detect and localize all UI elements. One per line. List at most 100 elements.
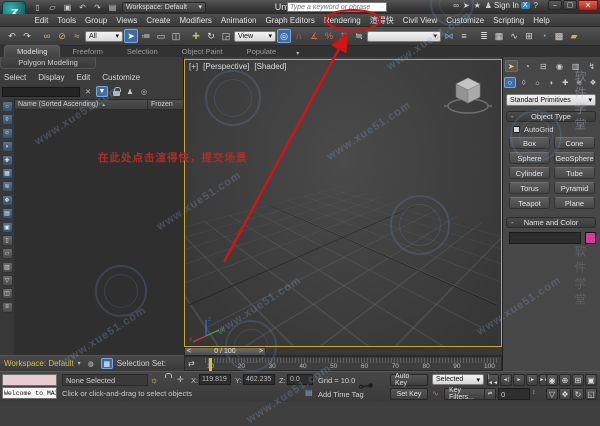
maximize-viewport-icon[interactable]: ◱ [585,388,597,400]
explorer-menu-edit[interactable]: Edit [76,73,90,82]
workspace-gear-icon[interactable]: ◍ [85,358,97,369]
ribbon-toggle-icon[interactable]: ▦ [492,29,506,43]
zoom-extents-icon[interactable]: ▣ [585,374,597,386]
reference-coordinate-system-dropdown[interactable]: View▾ [234,31,276,42]
current-frame-field[interactable] [498,388,530,400]
cone-button[interactable]: Cone [554,137,595,149]
search-input[interactable] [287,2,387,12]
layer-explorer-icon[interactable]: ≣ [477,29,491,43]
maximize-button[interactable]: ▢ [563,0,577,10]
set-key-button[interactable]: Set Key [390,388,428,400]
explorer-menu-customize[interactable]: Customize [102,73,140,82]
pyramid-button[interactable]: Pyramid [554,182,595,194]
menu-graph-editors[interactable]: Graph Editors [261,15,319,26]
pick-object-icon[interactable]: ♟ [124,86,136,97]
maxscript-mini-listener-macro[interactable] [2,374,57,386]
geometry-category-icon[interactable]: ○ [504,77,516,88]
menu-edit[interactable]: Edit [30,15,53,26]
bind-to-space-warp-icon[interactable]: ≈ [70,29,84,43]
display-groups-icon[interactable]: ▣ [2,222,13,233]
object-color-swatch[interactable] [585,232,596,244]
display-shapes-icon[interactable]: ◊ [2,114,13,125]
viewport-shading-menu[interactable]: [Shaded] [254,62,286,71]
undo-icon[interactable]: ↶ [5,29,19,43]
pan-hand-icon[interactable]: ✥ [559,388,571,400]
menu-xuandekuai-plugin[interactable]: 渲得快 [365,14,398,27]
user-icon[interactable]: ♟ [485,1,492,10]
autogrid-checkbox[interactable] [513,126,520,133]
open-file-icon[interactable]: ▱ [46,2,59,13]
tab-freeform[interactable]: Freeform [60,46,114,57]
animate-selection-dropdown[interactable]: Selected▾ [432,374,484,385]
primitive-category-dropdown[interactable]: Standard Primitives▾ [506,94,596,106]
ribbon-minimize-icon[interactable]: ▾ [296,50,299,57]
perspective-viewport[interactable]: [+] [Perspective] [Shaded] x y z [184,59,502,347]
spinner-snap-toggle-icon[interactable]: ⇅ [337,29,351,43]
display-filter-icon[interactable]: ▼ [96,86,108,97]
plane-button[interactable]: Plane [554,197,595,209]
orbit-icon[interactable]: ↻ [572,388,584,400]
workspace-layout-icon[interactable]: ▦ [101,358,113,369]
cameras-category-icon[interactable]: ◗ [545,77,557,88]
minimize-button[interactable]: – [548,0,562,10]
previous-frame-icon[interactable]: ◄| [500,374,512,386]
track-bar[interactable]: ⇄ 1020 3040 5060 7080 90100 [184,356,502,371]
motion-tab-icon[interactable]: ◉ [553,60,566,72]
menu-civil-view[interactable]: Civil View [398,15,442,26]
select-by-name-icon[interactable]: ≔ [139,29,153,43]
menu-tools[interactable]: Tools [53,15,81,26]
workspace-selector[interactable]: Workspace: Default▾ [122,2,206,13]
name-and-color-rollout[interactable]: - Name and Color [506,217,596,228]
adaptive-degradation-bulb-icon[interactable]: ☼ [150,375,158,385]
display-lights-icon[interactable]: ☼ [2,128,13,139]
unlink-selection-icon[interactable]: ⊘ [55,29,69,43]
redo-icon[interactable]: ↷ [20,29,34,43]
explorer-object-list[interactable] [14,110,184,355]
menu-help[interactable]: Help [529,15,554,26]
percent-snap-toggle-icon[interactable]: % [322,29,336,43]
find-icon[interactable]: ◎ [138,86,150,97]
display-geometry-icon[interactable]: ○ [2,101,13,112]
communication-icon[interactable]: ➤ [463,1,470,10]
menu-modifiers[interactable]: Modifiers [175,15,216,26]
menu-customize[interactable]: Customize [442,15,489,26]
zoom-all-icon[interactable]: ⊞ [572,374,584,386]
display-materials-icon[interactable]: ▱ [2,248,13,259]
menu-rendering[interactable]: Rendering [319,15,365,26]
schematic-view-icon[interactable]: ⊞ [522,29,536,43]
object-name-field[interactable] [509,232,581,244]
mirror-icon[interactable]: ⋈ [442,29,456,43]
x-coord-field[interactable] [199,374,231,385]
create-tab-icon[interactable]: ➤ [505,60,518,72]
menu-scripting[interactable]: Scripting [489,15,529,26]
rectangular-selection-region-icon[interactable]: ▭ [154,29,168,43]
play-animation-icon[interactable]: ► [513,374,525,386]
lights-category-icon[interactable]: ☼ [532,77,544,88]
frame-spinner[interactable]: ↕ [532,389,536,396]
viewcube[interactable] [441,66,495,120]
tab-populate[interactable]: Populate [235,46,289,57]
torus-button[interactable]: Torus [509,182,550,194]
window-crossing-icon[interactable]: ◫ [169,29,183,43]
display-spacewarps-icon[interactable]: ▦ [2,168,13,179]
time-slider-track[interactable]: < 0 / 100 > [184,347,502,356]
display-particles-icon[interactable]: ≋ [2,181,13,192]
explorer-search-input[interactable] [2,87,80,97]
spacewarps-category-icon[interactable]: ≋ [573,77,585,88]
time-slider-handle[interactable]: < 0 / 100 > [184,347,266,356]
menu-animation[interactable]: Animation [216,15,261,26]
edit-named-selection-sets-icon[interactable]: ≒ [352,29,366,43]
snap-toggle-3d-icon[interactable]: ∩ [292,29,306,43]
next-frame-icon[interactable]: |► [526,374,538,386]
z-coord-field[interactable] [287,374,313,385]
align-icon[interactable]: ≡ [457,29,471,43]
new-file-icon[interactable]: ▯ [31,2,44,13]
collapse-all-icon[interactable]: ≡ [2,302,13,313]
help-icon[interactable]: ? [534,1,538,10]
field-of-view-icon[interactable]: ▽ [546,388,558,400]
key-mode-toggle-icon[interactable]: ⇄ [484,388,496,400]
time-tag-icon[interactable]: ▤ [305,388,313,397]
object-type-rollout[interactable]: - Object Type [506,111,596,122]
explorer-menu-select[interactable]: Select [4,73,26,82]
named-selection-sets-dropdown[interactable]: ▾ [367,31,441,42]
